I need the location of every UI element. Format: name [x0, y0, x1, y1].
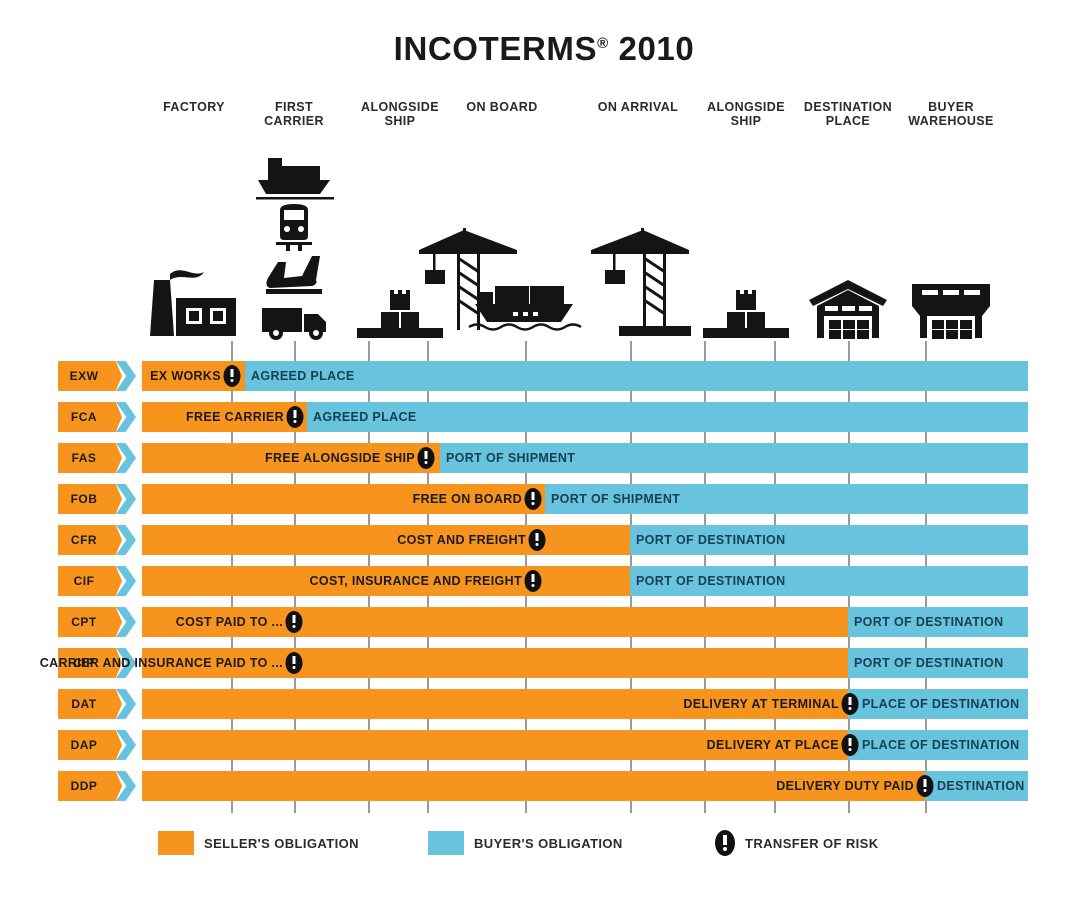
- transfer-of-risk-icon: [916, 775, 934, 797]
- obligation-bar: CARRIER AND INSURANCE PAID TO ... PORT OF…: [40, 648, 1028, 678]
- incoterm-code: FAS: [71, 451, 97, 465]
- incoterm-row-fob[interactable]: FOB FREE ON BOARD PORT OF SHIPMENT: [0, 484, 1088, 514]
- seller-label: DELIVERY DUTY PAID: [776, 779, 914, 793]
- incoterm-rows: EXW EX WORKS AGREED PLACE FCA FREE CARRIER AG…: [0, 0, 1088, 919]
- obligation-bar: COST AND FREIGHT PORT OF DESTINATION: [142, 525, 1028, 555]
- incoterm-badge-dat[interactable]: DAT: [58, 689, 136, 719]
- legend-item-seller: SELLER'S OBLIGATION: [158, 830, 359, 856]
- obligation-bar: COST, INSURANCE AND FREIGHT PORT OF DESTI…: [142, 566, 1028, 596]
- seller-label: COST PAID TO ...: [175, 615, 283, 629]
- incoterm-row-exw[interactable]: EXW EX WORKS AGREED PLACE: [0, 361, 1088, 391]
- legend: SELLER'S OBLIGATION BUYER'S OBLIGATION TRA…: [0, 830, 1088, 860]
- transfer-of-risk-icon: [841, 693, 859, 715]
- buyer-label: AGREED PLACE: [251, 369, 355, 383]
- seller-label: DELIVERY AT TERMINAL: [683, 697, 839, 711]
- transfer-of-risk-icon: [715, 830, 735, 856]
- incoterm-row-dap[interactable]: DAP DELIVERY AT PLACE PLACE OF DESTINATION: [0, 730, 1088, 760]
- legend-label: BUYER'S OBLIGATION: [474, 835, 623, 851]
- buyer-label: PORT OF SHIPMENT: [446, 451, 576, 465]
- incoterm-code: CFR: [70, 533, 98, 547]
- incoterm-badge-cif[interactable]: CIF: [58, 566, 136, 596]
- obligation-bar: FREE ON BOARD PORT OF SHIPMENT: [142, 484, 1028, 514]
- buyer-label: PLACE OF DESTINATION: [862, 697, 1020, 711]
- incoterm-code: EXW: [69, 369, 99, 383]
- seller-label: COST AND FREIGHT: [397, 533, 526, 547]
- incoterms-infographic: INCOTERMS® 2010 FACTORY FIRST CARRIER ALON…: [0, 0, 1088, 919]
- seller-label: EX WORKS: [150, 369, 221, 383]
- transfer-of-risk-icon: [223, 365, 241, 387]
- transfer-of-risk-icon: [286, 406, 304, 428]
- incoterm-code: CIF: [73, 574, 95, 588]
- obligation-bar: EX WORKS AGREED PLACE: [142, 361, 1028, 391]
- incoterm-row-cfr[interactable]: CFR COST AND FREIGHT PORT OF DESTINATION: [0, 525, 1088, 555]
- incoterm-badge-ddp[interactable]: DDP: [58, 771, 136, 801]
- obligation-bar: DELIVERY AT PLACE PLACE OF DESTINATION: [142, 730, 1028, 760]
- transfer-of-risk-icon: [524, 570, 542, 592]
- incoterm-row-cpt[interactable]: CPT COST PAID TO ... PORT OF DESTINATION: [0, 607, 1088, 637]
- buyer-label: PLACE OF DESTINATION: [862, 738, 1020, 752]
- incoterm-code: DDP: [70, 779, 98, 793]
- transfer-of-risk-icon: [417, 447, 435, 469]
- incoterm-badge-fca[interactable]: FCA: [58, 402, 136, 432]
- incoterm-row-fca[interactable]: FCA FREE CARRIER AGREED PLACE: [0, 402, 1088, 432]
- buyer-label: PORT OF DESTINATION: [854, 615, 1004, 629]
- incoterm-badge-fob[interactable]: FOB: [58, 484, 136, 514]
- seller-label: FREE ON BOARD: [412, 492, 522, 506]
- transfer-of-risk-icon: [524, 488, 542, 510]
- obligation-bar: FREE CARRIER AGREED PLACE: [142, 402, 1028, 432]
- buyer-label: PORT OF DESTINATION: [636, 533, 786, 547]
- obligation-bar: DELIVERY AT TERMINAL PLACE OF DESTINATION: [142, 689, 1028, 719]
- incoterm-badge-cfr[interactable]: CFR: [58, 525, 136, 555]
- incoterm-row-dat[interactable]: DAT DELIVERY AT TERMINAL PLACE OF DESTINAT…: [0, 689, 1088, 719]
- buyer-label: PORT OF SHIPMENT: [551, 492, 681, 506]
- incoterm-code: FOB: [70, 492, 98, 506]
- incoterm-code: DAT: [71, 697, 97, 711]
- incoterm-row-fas[interactable]: FAS FREE ALONGSIDE SHIP PORT OF SHIPMENT: [0, 443, 1088, 473]
- incoterm-badge-cpt[interactable]: CPT: [58, 607, 136, 637]
- buyer-label: DESTINATION: [937, 779, 1025, 793]
- legend-item-risk: TRANSFER OF RISK: [715, 830, 879, 856]
- transfer-of-risk-icon: [841, 734, 859, 756]
- incoterm-badge-dap[interactable]: DAP: [58, 730, 136, 760]
- legend-label: TRANSFER OF RISK: [745, 835, 879, 851]
- incoterm-badge-fas[interactable]: FAS: [58, 443, 136, 473]
- incoterm-badge-exw[interactable]: EXW: [58, 361, 136, 391]
- incoterm-row-ddp[interactable]: DDP DELIVERY DUTY PAID DESTINATION: [0, 771, 1088, 801]
- seller-label: FREE CARRIER: [186, 410, 284, 424]
- obligation-bar: DELIVERY DUTY PAID DESTINATION: [142, 771, 1028, 801]
- legend-label: SELLER'S OBLIGATION: [204, 835, 359, 851]
- transfer-of-risk-icon: [528, 529, 546, 551]
- incoterm-code: FCA: [70, 410, 98, 424]
- incoterm-code: DAP: [70, 738, 98, 752]
- seller-label: DELIVERY AT PLACE: [706, 738, 839, 752]
- seller-label: COST, INSURANCE AND FREIGHT: [309, 574, 522, 588]
- incoterm-code: CPT: [71, 615, 97, 629]
- transfer-of-risk-icon: [285, 652, 303, 674]
- incoterm-row-cif[interactable]: CIF COST, INSURANCE AND FREIGHT PORT OF DE…: [0, 566, 1088, 596]
- obligation-bar: FREE ALONGSIDE SHIP PORT OF SHIPMENT: [142, 443, 1028, 473]
- seller-obligation-segment: [142, 525, 630, 555]
- buyer-label: PORT OF DESTINATION: [636, 574, 786, 588]
- incoterm-row-cip[interactable]: CIP CARRIER AND INSURANCE PAID TO ... PORT…: [0, 648, 1088, 678]
- blue-swatch-icon: [428, 831, 464, 855]
- seller-label: CARRIER AND INSURANCE PAID TO ...: [39, 656, 283, 670]
- legend-item-buyer: BUYER'S OBLIGATION: [428, 830, 623, 856]
- buyer-label: AGREED PLACE: [313, 410, 417, 424]
- buyer-label: PORT OF DESTINATION: [854, 656, 1004, 670]
- orange-swatch-icon: [158, 831, 194, 855]
- transfer-of-risk-icon: [285, 611, 303, 633]
- seller-label: FREE ALONGSIDE SHIP: [265, 451, 415, 465]
- obligation-bar: COST PAID TO ... PORT OF DESTINATION: [142, 607, 1028, 637]
